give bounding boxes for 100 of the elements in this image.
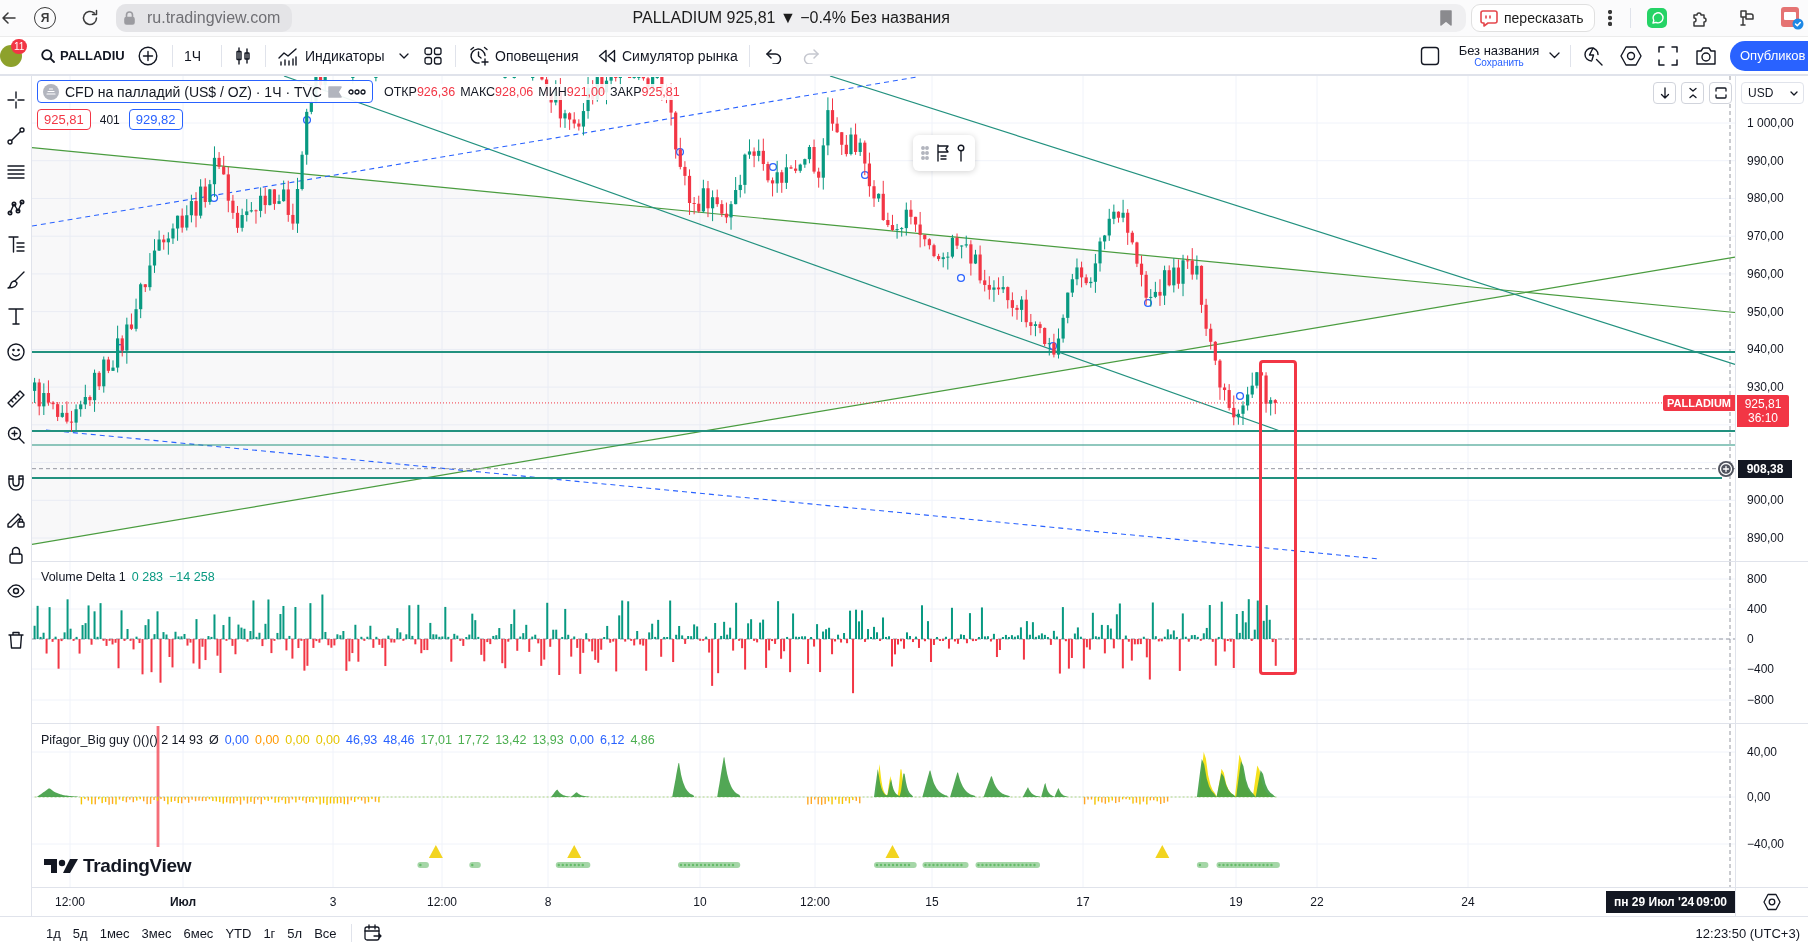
text-icon[interactable]: [6, 307, 25, 325]
time-tick: 12:00: [800, 895, 830, 909]
window-check-icon[interactable]: [1779, 6, 1804, 30]
indicator-value: −14 258: [169, 570, 215, 584]
save-status: Сохранить: [1474, 57, 1524, 69]
time-tick: Июл: [169, 895, 197, 909]
square-icon[interactable]: [1420, 45, 1440, 66]
ohlc-label: МИН: [538, 84, 567, 99]
smile-icon[interactable]: [6, 343, 25, 361]
alarm-clock-icon: [469, 45, 489, 66]
time-tick: 12:00: [427, 895, 457, 909]
summarize-button[interactable]: пересказать: [1471, 4, 1595, 32]
price-tick: 940,00: [1747, 342, 1784, 357]
range-button[interactable]: 3мес: [141, 925, 172, 941]
lock-icon[interactable]: [6, 546, 25, 564]
zoom-in-icon[interactable]: [6, 426, 25, 444]
caret-icon[interactable]: [399, 52, 409, 59]
crosshair-time: 09:00: [1696, 895, 1727, 909]
range-button[interactable]: 1д: [46, 925, 61, 941]
price-tick: 960,00: [1747, 266, 1784, 281]
reload-icon[interactable]: [81, 9, 99, 27]
settings-icon[interactable]: [1620, 44, 1642, 67]
price-tick: 990,00: [1747, 153, 1784, 168]
address-field[interactable]: ru.tradingview.com: [116, 4, 293, 32]
magnet-icon[interactable]: [6, 474, 25, 492]
ohlc-value: 925,81: [641, 84, 680, 99]
volume-tick: 800: [1747, 572, 1768, 586]
line-chart-icon: [278, 45, 298, 66]
time-tick: 24: [1461, 895, 1475, 909]
price-tick: 930,00: [1747, 380, 1784, 395]
camera-icon[interactable]: [1695, 44, 1717, 67]
range-button[interactable]: 6мес: [183, 925, 214, 941]
interval-button[interactable]: 1Ч: [184, 47, 206, 64]
indicators-button[interactable]: Индикаторы: [278, 45, 388, 66]
caret-icon[interactable]: [1549, 52, 1560, 59]
crosshair-icon[interactable]: [6, 91, 25, 109]
time-tick: 10: [693, 895, 707, 909]
crosshair-date: пн 29 Июл '24: [1614, 895, 1695, 909]
kebab-menu-icon[interactable]: [1607, 10, 1612, 26]
back-icon[interactable]: [2, 11, 16, 25]
symbol-title: CFD на палладий (US$ / OZ) · 1Ч · TVC: [65, 83, 322, 100]
bar-countdown: 36:10: [1748, 411, 1778, 425]
nodes-icon[interactable]: [6, 199, 25, 217]
price-tick: 900,00: [1747, 493, 1784, 508]
indicator-value: 0 283: [131, 570, 164, 584]
oscillator-tick: 0,00: [1747, 790, 1771, 804]
price-tick: 1 000,00: [1747, 116, 1794, 130]
indicator-title: Volume Delta 1: [41, 570, 126, 584]
last-price: 925,81: [1744, 397, 1782, 411]
text-lines-icon[interactable]: [6, 235, 25, 253]
candlestick-icon[interactable]: [234, 46, 252, 65]
fullscreen-icon[interactable]: [1658, 45, 1678, 66]
ruler-icon[interactable]: [6, 390, 25, 408]
symbol-search-button[interactable]: PALLADIU: [41, 48, 133, 63]
range-button[interactable]: 1мес: [99, 925, 130, 941]
range-button[interactable]: 5л: [287, 925, 303, 941]
speech-bubble-icon: [1480, 9, 1498, 27]
grid-icon[interactable]: [424, 46, 442, 65]
calendar-icon[interactable]: [363, 924, 382, 942]
range-button[interactable]: 5д: [72, 925, 88, 941]
publish-button[interactable]: Опубликов: [1730, 40, 1808, 71]
time-tick: 3: [329, 895, 337, 909]
alerts-button[interactable]: Оповещения: [469, 45, 581, 66]
lightning-search-icon[interactable]: [1583, 45, 1603, 66]
ohlc-value: 926,36: [416, 84, 456, 99]
oscillator-tick: 40,00: [1747, 745, 1778, 759]
settings-icon[interactable]: [1763, 893, 1781, 911]
spread-value: 401: [99, 112, 120, 127]
ohlc-label: ЗАКР: [610, 84, 642, 99]
ohlc-value: 921,00: [566, 84, 605, 99]
price-tick: 890,00: [1747, 531, 1784, 545]
ohlc-label: ОТКР: [383, 84, 417, 99]
undo-icon[interactable]: [765, 47, 782, 64]
bookmark-icon[interactable]: [1440, 10, 1452, 26]
crosshair-price-label: 908,38: [1738, 460, 1792, 478]
trash-icon[interactable]: [6, 631, 25, 649]
eye-icon[interactable]: [6, 582, 25, 600]
range-button[interactable]: Все: [314, 925, 337, 941]
volume-tick: 0: [1747, 632, 1754, 646]
price-tick: 980,00: [1747, 191, 1784, 206]
oscillator-tick: −40,00: [1747, 837, 1785, 851]
ohlc-value: 928,06: [495, 84, 534, 99]
layout-name-button[interactable]: Без названия: [1458, 42, 1540, 58]
notification-badge: 11: [11, 38, 28, 54]
range-button[interactable]: YTD: [225, 925, 252, 941]
range-button[interactable]: 1г: [263, 925, 276, 941]
plus-circle-icon[interactable]: [138, 45, 158, 66]
horizontal-lines-icon[interactable]: [6, 163, 25, 181]
price-tick: 950,00: [1747, 304, 1784, 319]
time-tick: 8: [544, 895, 552, 909]
page-title: PALLADIUM 925,81 ▼ −0.4% Без названия: [631, 9, 951, 27]
time-tick: 22: [1310, 895, 1324, 909]
brush-icon[interactable]: [6, 271, 25, 289]
replay-button[interactable]: Симулятор рынка: [598, 47, 738, 64]
volume-tick: 400: [1747, 602, 1768, 616]
clock: 12:23:50 (UTC+3): [1695, 925, 1800, 941]
trend-line-icon[interactable]: [6, 127, 25, 145]
search-icon: [41, 48, 55, 63]
ohlc-label: МАКС: [460, 84, 496, 99]
rewind-icon: [598, 48, 616, 63]
